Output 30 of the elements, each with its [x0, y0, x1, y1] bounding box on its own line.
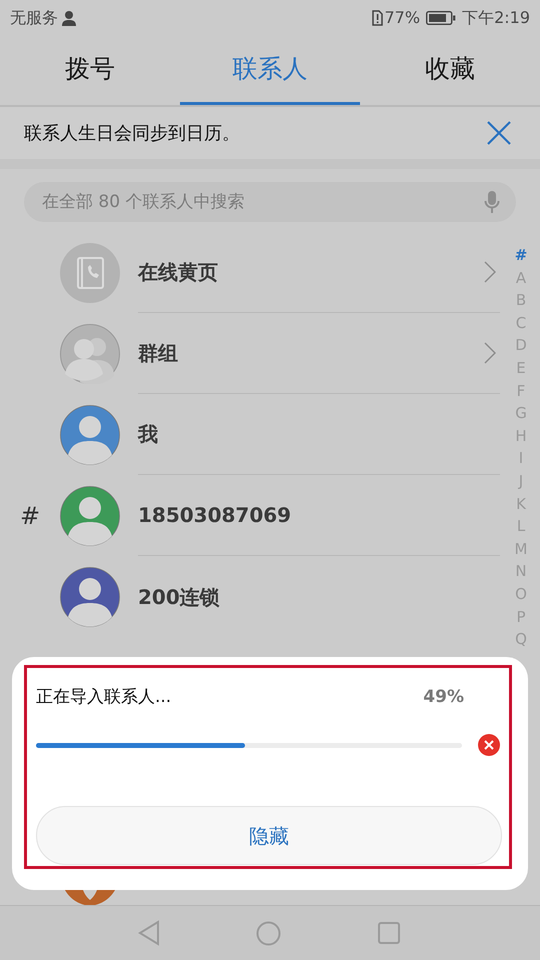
group-icon: [60, 324, 120, 384]
contact-name[interactable]: 200连锁: [138, 582, 498, 612]
person-icon: [61, 10, 77, 26]
search-field[interactable]: 在全部 80 个联系人中搜索: [24, 182, 516, 222]
section-letter: #: [18, 500, 42, 532]
progress-percent: 49%: [423, 686, 464, 710]
notice-text: 联系人生日会同步到日历。: [24, 122, 241, 146]
cancel-icon[interactable]: [478, 734, 500, 756]
contact-name[interactable]: 群组: [138, 338, 484, 368]
chevron-icon: [484, 342, 496, 364]
contact-name[interactable]: 我: [138, 419, 498, 449]
sim-alert-icon: [372, 10, 382, 26]
index-letter[interactable]: #: [514, 244, 528, 267]
recents-icon[interactable]: [378, 922, 400, 944]
home-icon[interactable]: [256, 921, 281, 946]
battery-icon: [426, 11, 456, 25]
back-icon[interactable]: [138, 920, 160, 946]
chevron-icon: [484, 261, 496, 283]
contact-name[interactable]: 18503087069: [138, 500, 498, 530]
close-icon[interactable]: [486, 120, 512, 146]
tab[interactable]: 收藏: [360, 36, 540, 105]
contact-name[interactable]: 在线黄页: [138, 257, 484, 287]
hide-button[interactable]: 隐藏: [36, 806, 502, 865]
phonebook-icon: [60, 242, 120, 302]
clock-text: 下午2:19: [462, 7, 530, 29]
battery-percent: 77%: [384, 7, 420, 29]
tab[interactable]: 拨号: [0, 36, 180, 105]
carrier-text: 无服务: [10, 7, 58, 29]
import-status-text: 正在导入联系人...: [36, 686, 172, 710]
microphone-icon[interactable]: [484, 190, 500, 214]
